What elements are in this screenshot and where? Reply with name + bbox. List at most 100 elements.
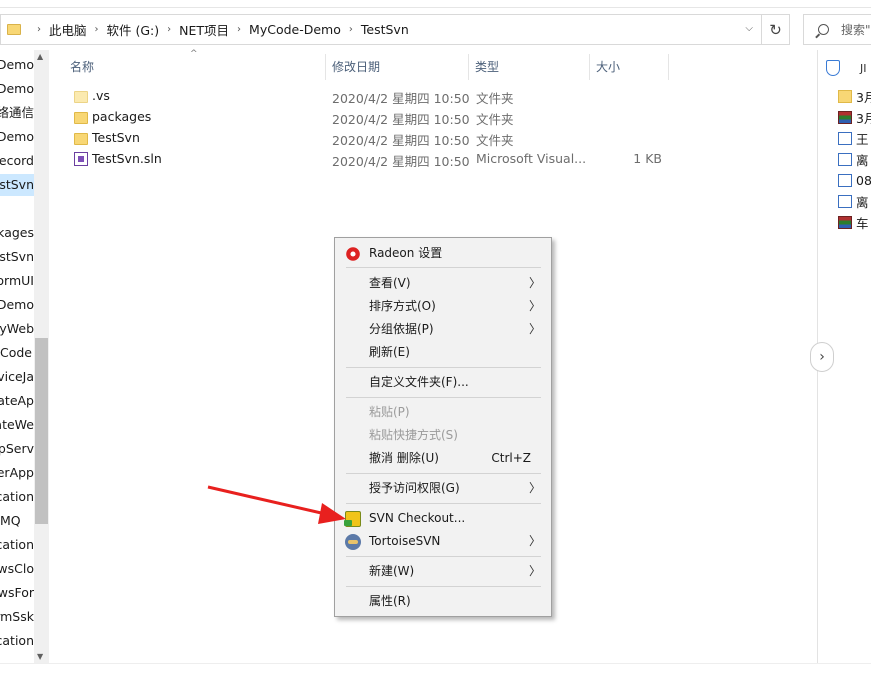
- nav-item[interactable]: MyCode-Demo: [0, 54, 34, 76]
- menu-item-grant-access[interactable]: 授予访问权限(G) 〉: [337, 477, 549, 500]
- preview-item[interactable]: 08: [838, 170, 871, 191]
- shortcut-label: Ctrl+Z: [491, 451, 531, 465]
- chevron-right-icon[interactable]: ›: [167, 24, 171, 35]
- preview-title: JI: [860, 61, 867, 75]
- file-name: .vs: [92, 88, 110, 103]
- folder-hidden-icon: [74, 91, 88, 103]
- expand-preview-button[interactable]: ›: [810, 342, 834, 372]
- menu-item-group[interactable]: 分组依据(P) 〉: [337, 318, 549, 341]
- refresh-icon: ↻: [769, 20, 782, 39]
- nav-item[interactable]: FormSsk: [0, 606, 34, 628]
- folder-icon: [74, 133, 88, 145]
- nav-item[interactable]: CreateAp: [0, 390, 34, 412]
- preview-item[interactable]: 3月: [838, 86, 871, 107]
- nav-item[interactable]: WebServiceJa: [0, 366, 34, 388]
- nav-item[interactable]: packages: [0, 222, 34, 244]
- file-row[interactable]: .vs 2020/4/2 星期四 10:50 文件夹: [70, 86, 670, 107]
- nav-item[interactable]: 网络通信: [0, 102, 34, 124]
- menu-item-new[interactable]: 新建(W) 〉: [337, 560, 549, 583]
- chevron-right-icon[interactable]: ›: [95, 24, 99, 35]
- search-input[interactable]: 搜索": [803, 14, 871, 45]
- address-bar[interactable]: › 此电脑 › 软件 (G:) › NET项目 › MyCode-Demo › …: [0, 14, 762, 45]
- nav-item[interactable]: FirstRecord: [0, 150, 34, 172]
- file-date: 2020/4/2 星期四 10:50: [332, 91, 470, 106]
- nav-item-selected[interactable]: TestSvn: [0, 174, 34, 196]
- chevron-right-icon: 〉: [528, 322, 541, 336]
- file-size: 1 KB: [633, 151, 662, 166]
- column-header-type[interactable]: 类型: [470, 54, 590, 80]
- nav-item[interactable]: CreateWe: [0, 414, 34, 436]
- nav-item[interactable]: MQ: [0, 510, 34, 532]
- scroll-down-icon[interactable]: ▼: [37, 652, 43, 661]
- breadcrumb-this-pc[interactable]: 此电脑: [49, 20, 87, 39]
- arrow-shaft: [207, 485, 331, 517]
- context-menu: Radeon 设置 查看(V) 〉 排序方式(O) 〉 分组依据(P) 〉 刷新…: [334, 237, 552, 617]
- preview-item[interactable]: 离: [838, 149, 869, 170]
- nav-item[interactable]: InterfacDemo: [0, 78, 34, 100]
- search-icon: [818, 24, 829, 35]
- menu-separator: [346, 267, 541, 268]
- word-doc-icon: [838, 153, 852, 166]
- menu-separator: [346, 503, 541, 504]
- chevron-down-icon[interactable]: ⌵: [745, 23, 753, 34]
- file-type: 文件夹: [476, 133, 514, 148]
- breadcrumb-net-projects[interactable]: NET项目: [179, 20, 229, 39]
- nav-item[interactable]: WindowsClo: [0, 558, 34, 580]
- menu-item-tortoisesvn[interactable]: TortoiseSVN 〉: [337, 530, 549, 553]
- nav-item[interactable]: WindowsFor: [0, 582, 34, 604]
- navigation-pane[interactable]: MyCode-Demo InterfacDemo 网络通信 MyCode-Dem…: [0, 50, 34, 673]
- file-name: TestSvn: [92, 130, 140, 145]
- menu-item-sort[interactable]: 排序方式(O) 〉: [337, 295, 549, 318]
- chevron-right-icon[interactable]: ›: [37, 24, 41, 35]
- menu-separator: [346, 397, 541, 398]
- folder-icon: [74, 112, 88, 124]
- address-row: › 此电脑 › 软件 (G:) › NET项目 › MyCode-Demo › …: [0, 14, 871, 46]
- preview-item[interactable]: 3月: [838, 107, 871, 128]
- nav-item[interactable]: TestSvn: [0, 246, 34, 268]
- nav-item[interactable]: MyCode-Demo: [0, 126, 34, 148]
- file-row[interactable]: TestSvn.sln 2020/4/2 星期四 10:50 Microsoft…: [70, 149, 670, 170]
- shield-icon: [826, 60, 840, 76]
- menu-item-properties[interactable]: 属性(R): [337, 590, 549, 613]
- file-name: TestSvn.sln: [92, 151, 162, 166]
- file-type: 文件夹: [476, 91, 514, 106]
- menu-item-refresh[interactable]: 刷新(E): [337, 341, 549, 364]
- preview-item[interactable]: 王: [838, 128, 869, 149]
- file-row[interactable]: TestSvn 2020/4/2 星期四 10:50 文件夹: [70, 128, 670, 149]
- nav-item[interactable]: HttpServ: [0, 438, 34, 460]
- nav-item[interactable]: MyWeb: [0, 318, 34, 340]
- menu-item-radeon[interactable]: Radeon 设置: [337, 242, 549, 265]
- file-date: 2020/4/2 星期四 10:50: [332, 112, 470, 127]
- menu-item-undo-delete[interactable]: 撤消 删除(U) Ctrl+Z: [337, 447, 549, 470]
- nav-item[interactable]: Code: [0, 342, 34, 364]
- refresh-button[interactable]: ↻: [762, 14, 790, 45]
- nav-item[interactable]: Application: [0, 534, 34, 556]
- column-header-name[interactable]: 名称: [65, 54, 326, 80]
- nav-item[interactable]: Application: [0, 630, 34, 652]
- nav-item[interactable]: Application: [0, 486, 34, 508]
- nav-item[interactable]: ServerApp: [0, 462, 34, 484]
- chevron-right-icon: 〉: [528, 564, 541, 578]
- breadcrumb-drive[interactable]: 软件 (G:): [107, 20, 160, 39]
- column-header-size[interactable]: 大小: [591, 54, 669, 80]
- file-row[interactable]: packages 2020/4/2 星期四 10:50 文件夹: [70, 107, 670, 128]
- chevron-right-icon: 〉: [528, 276, 541, 290]
- scroll-up-icon[interactable]: ▲: [37, 52, 43, 61]
- chevron-right-icon[interactable]: ›: [237, 24, 241, 35]
- breadcrumb-mycode-demo[interactable]: MyCode-Demo: [249, 22, 341, 37]
- preview-item[interactable]: 车: [838, 212, 869, 233]
- menu-item-customize-folder[interactable]: 自定义文件夹(F)...: [337, 371, 549, 394]
- breadcrumb-testsvn[interactable]: TestSvn: [361, 22, 409, 37]
- nav-item[interactable]: EnumDemo: [0, 294, 34, 316]
- preview-item[interactable]: 离: [838, 191, 869, 212]
- chevron-right-icon[interactable]: ›: [349, 24, 353, 35]
- menu-separator: [346, 586, 541, 587]
- tortoisesvn-icon: [345, 534, 361, 550]
- nav-scrollbar-thumb[interactable]: [35, 338, 48, 524]
- preview-header: JI: [826, 60, 867, 76]
- menu-item-svn-checkout[interactable]: SVN Checkout...: [337, 507, 549, 530]
- toolbar-edge: [0, 0, 871, 8]
- column-header-date[interactable]: 修改日期: [327, 54, 469, 80]
- menu-item-view[interactable]: 查看(V) 〉: [337, 272, 549, 295]
- nav-item[interactable]: WinFormUI: [0, 270, 34, 292]
